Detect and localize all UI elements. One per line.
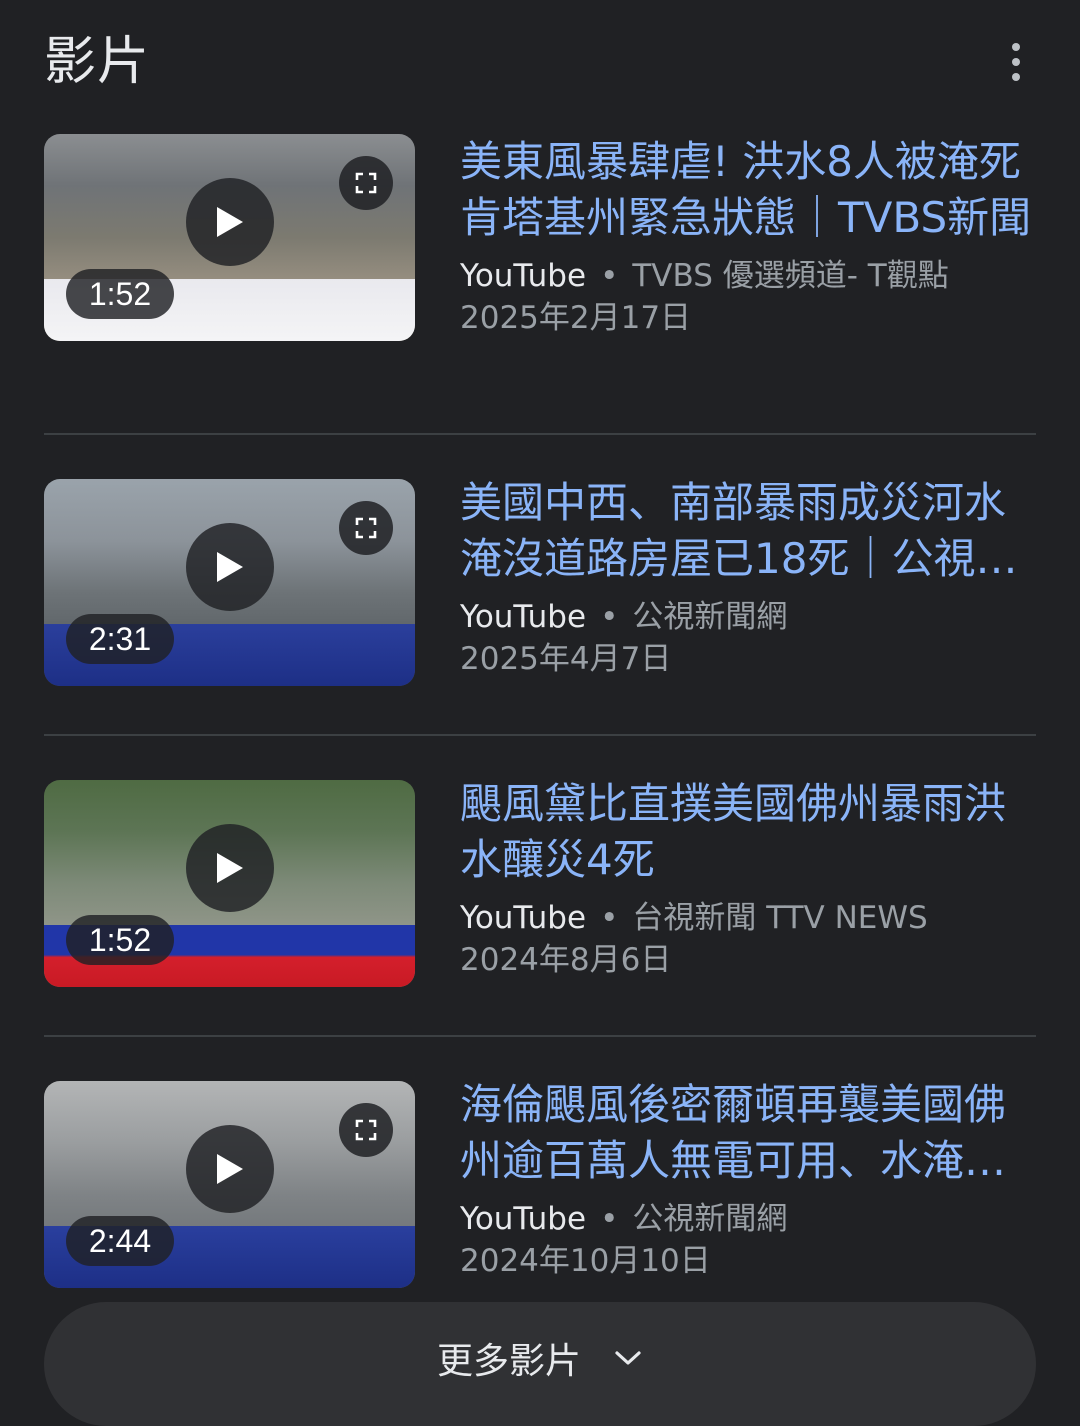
- more-videos-button[interactable]: 更多影片: [44, 1302, 1036, 1426]
- video-duration: 1:52: [66, 269, 174, 319]
- video-title-link[interactable]: 颶風黛比直撲美國佛州暴雨洪水釀災4死: [460, 776, 1040, 888]
- chevron-down-icon: [615, 1351, 641, 1365]
- video-source-line: YouTube • 台視新聞 TTV NEWS: [460, 898, 1040, 938]
- video-result-item[interactable]: 2:31 美國中西、南部暴雨成災河水淹沒道路房屋已18死｜公視新聞 YouTub…: [44, 433, 1036, 734]
- video-thumbnail[interactable]: 1:52: [44, 780, 415, 987]
- video-result-item[interactable]: 1:52 美東風暴肆虐! 洪水8人被淹死 肯塔基州緊急狀態｜TVBS新聞 You…: [44, 134, 1036, 433]
- fullscreen-icon[interactable]: [339, 1103, 393, 1157]
- video-source: YouTube: [460, 258, 587, 294]
- fullscreen-icon[interactable]: [339, 501, 393, 555]
- video-thumbnail[interactable]: 2:31: [44, 479, 415, 686]
- section-title: 影片: [44, 32, 151, 92]
- videos-section-header: 影片: [44, 28, 1036, 98]
- separator-dot: •: [600, 900, 619, 936]
- more-vert-icon[interactable]: [996, 34, 1036, 90]
- video-date: 2025年2月17日: [460, 300, 692, 336]
- video-title-link[interactable]: 海倫颶風後密爾頓再襲美國佛州逾百萬人無電可用、水淹成災: [460, 1077, 1040, 1189]
- play-icon[interactable]: [186, 1125, 274, 1213]
- video-list: 1:52 美東風暴肆虐! 洪水8人被淹死 肯塔基州緊急狀態｜TVBS新聞 You…: [44, 134, 1036, 1336]
- video-title-link[interactable]: 美東風暴肆虐! 洪水8人被淹死 肯塔基州緊急狀態｜TVBS新聞: [460, 134, 1040, 246]
- separator-dot: •: [600, 258, 619, 294]
- video-source: YouTube: [460, 900, 587, 936]
- video-date: 2025年4月7日: [460, 641, 672, 677]
- more-videos-label: 更多影片: [436, 1341, 581, 1382]
- video-thumbnail[interactable]: 1:52: [44, 134, 415, 341]
- video-result-item[interactable]: 2:44 海倫颶風後密爾頓再襲美國佛州逾百萬人無電可用、水淹成災 YouTube…: [44, 1035, 1036, 1336]
- video-meta: 海倫颶風後密爾頓再襲美國佛州逾百萬人無電可用、水淹成災 YouTube • 公視新聞…: [460, 1077, 1040, 1283]
- video-source: YouTube: [460, 1201, 587, 1237]
- video-channel: 公視新聞網: [632, 1201, 788, 1237]
- video-channel: 台視新聞 TTV NEWS: [632, 900, 928, 936]
- video-result-item[interactable]: 1:52 颶風黛比直撲美國佛州暴雨洪水釀災4死 YouTube • 台視新聞 TTV…: [44, 734, 1036, 1035]
- video-source: YouTube: [460, 599, 587, 635]
- video-source-line: YouTube • 公視新聞網: [460, 597, 1040, 637]
- menu-dot: [1012, 58, 1020, 66]
- video-duration: 2:44: [66, 1216, 174, 1266]
- separator-dot: •: [600, 1201, 619, 1237]
- play-icon[interactable]: [186, 523, 274, 611]
- separator-dot: •: [600, 599, 619, 635]
- video-meta: 美東風暴肆虐! 洪水8人被淹死 肯塔基州緊急狀態｜TVBS新聞 YouTube •…: [460, 134, 1040, 340]
- video-thumbnail[interactable]: 2:44: [44, 1081, 415, 1288]
- video-source-line: YouTube • TVBS 優選頻道- T觀點: [460, 256, 1040, 296]
- fullscreen-icon[interactable]: [339, 156, 393, 210]
- video-duration: 2:31: [66, 614, 174, 664]
- play-icon[interactable]: [186, 178, 274, 266]
- menu-dot: [1012, 43, 1020, 51]
- video-date: 2024年10月10日: [460, 1243, 711, 1279]
- menu-dot: [1012, 73, 1020, 81]
- video-channel: 公視新聞網: [632, 599, 788, 635]
- video-duration: 1:52: [66, 915, 174, 965]
- video-meta: 美國中西、南部暴雨成災河水淹沒道路房屋已18死｜公視新聞 YouTube • 公視新…: [460, 475, 1040, 681]
- video-channel: TVBS 優選頻道- T觀點: [632, 258, 949, 294]
- play-icon[interactable]: [186, 824, 274, 912]
- video-meta: 颶風黛比直撲美國佛州暴雨洪水釀災4死 YouTube • 台視新聞 TTV NEWS…: [460, 776, 1040, 982]
- video-title-link[interactable]: 美國中西、南部暴雨成災河水淹沒道路房屋已18死｜公視新聞: [460, 475, 1040, 587]
- video-date: 2024年8月6日: [460, 942, 672, 978]
- video-source-line: YouTube • 公視新聞網: [460, 1199, 1040, 1239]
